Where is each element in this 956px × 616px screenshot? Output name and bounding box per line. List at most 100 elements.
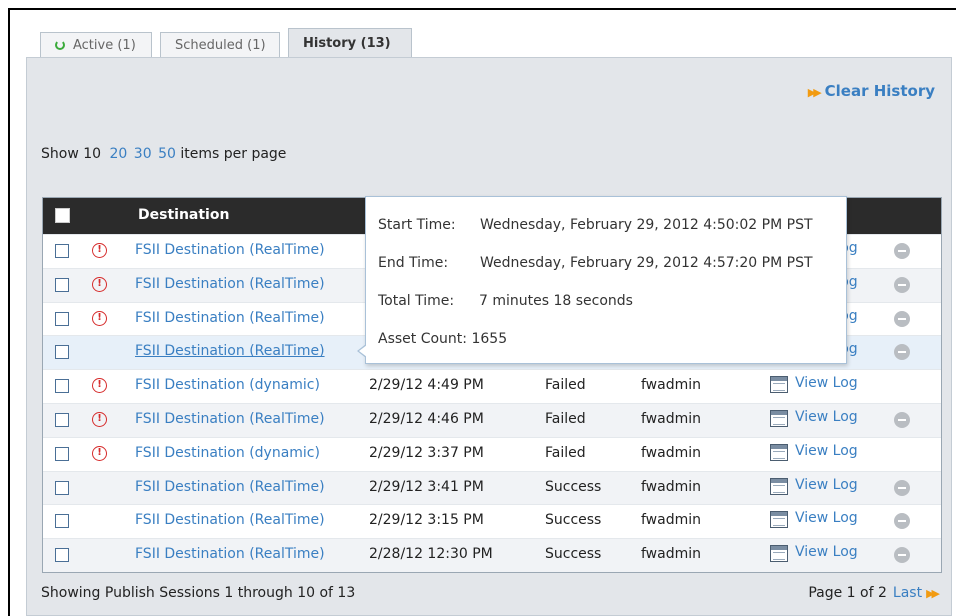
log-icon[interactable] <box>770 376 788 394</box>
session-date: 2/29/12 4:49 PM <box>369 377 484 394</box>
select-all-checkbox[interactable] <box>55 208 70 223</box>
destination-link[interactable]: FSII Destination (dynamic) <box>135 445 320 461</box>
tab-history-label: History (13) <box>303 36 391 51</box>
row-checkbox[interactable] <box>55 412 69 427</box>
remove-icon[interactable] <box>894 411 910 428</box>
row-checkbox[interactable] <box>55 548 69 563</box>
destination-link[interactable]: FSII Destination (RealTime) <box>135 310 325 326</box>
per-page-current: 10 <box>83 146 102 162</box>
error-icon: ! <box>92 276 107 292</box>
remove-icon[interactable] <box>894 547 910 564</box>
per-page-show-label: Show <box>41 146 79 162</box>
log-icon[interactable] <box>770 545 788 563</box>
error-icon: ! <box>92 378 107 394</box>
tooltip-total-time: Total Time: 7 minutes 18 seconds <box>378 293 633 309</box>
table-row[interactable]: ! FSII Destination (dynamic) 2/29/12 3:37 … <box>43 436 941 471</box>
row-checkbox[interactable] <box>55 244 69 258</box>
row-checkbox[interactable] <box>55 311 69 326</box>
table-row[interactable]: FSII Destination (RealTime) 2/28/12 12:30… <box>43 538 941 572</box>
per-page-option-20[interactable]: 20 <box>110 146 128 162</box>
destination-link[interactable]: FSII Destination (RealTime) <box>135 242 325 258</box>
session-status: Success <box>545 478 602 495</box>
tab-history[interactable]: History (13) <box>288 28 412 59</box>
tooltip-end-time: End Time: Wednesday, February 29, 2012 4… <box>378 255 813 271</box>
row-checkbox[interactable] <box>55 277 69 292</box>
double-arrow-icon: ▶▶ <box>926 587 940 600</box>
row-checkbox[interactable] <box>55 514 69 529</box>
session-date: 2/29/12 4:46 PM <box>369 410 484 427</box>
double-arrow-icon: ▶▶ <box>807 86 822 99</box>
table-row[interactable]: FSII Destination (RealTime) 2/29/12 3:15 … <box>43 504 941 538</box>
view-log-link[interactable]: View Log <box>795 443 858 459</box>
tab-scheduled-label: Scheduled (1) <box>175 38 266 53</box>
start-time-value: Wednesday, February 29, 2012 4:50:02 PM … <box>480 217 813 233</box>
destination-link[interactable]: FSII Destination (RealTime) <box>135 479 325 495</box>
session-status: Failed <box>545 444 586 461</box>
destination-link[interactable]: FSII Destination (RealTime) <box>135 276 325 292</box>
session-user: fwadmin <box>641 377 701 394</box>
remove-icon[interactable] <box>894 344 910 361</box>
session-details-tooltip: Start Time: Wednesday, February 29, 2012… <box>357 196 847 364</box>
destination-link[interactable]: FSII Destination (RealTime) <box>135 546 325 562</box>
view-log-link[interactable]: View Log <box>795 510 858 526</box>
view-log-link[interactable]: View Log <box>795 477 858 493</box>
log-icon[interactable] <box>770 511 788 529</box>
asset-count-label: Asset Count: <box>378 331 468 347</box>
session-user: fwadmin <box>641 444 701 461</box>
session-date: 2/28/12 12:30 PM <box>369 546 493 563</box>
items-per-page: Show 10 20 30 50 items per page <box>41 146 286 162</box>
tab-scheduled[interactable]: Scheduled (1) <box>160 32 280 58</box>
session-status: Success <box>545 546 602 563</box>
page-indicator: Page 1 of 2 <box>808 585 887 601</box>
row-checkbox[interactable] <box>55 379 69 394</box>
start-time-label: Start Time: <box>378 217 456 233</box>
remove-icon[interactable] <box>894 513 910 530</box>
remove-icon[interactable] <box>894 479 910 496</box>
row-checkbox[interactable] <box>55 480 69 495</box>
sessions-summary: Showing Publish Sessions 1 through 10 of… <box>41 585 356 601</box>
session-date: 2/29/12 3:41 PM <box>369 478 484 495</box>
tooltip-pointer <box>357 344 367 358</box>
clear-history-link[interactable]: ▶▶ Clear History <box>808 82 935 100</box>
session-user: fwadmin <box>641 512 701 529</box>
row-checkbox[interactable] <box>55 446 69 461</box>
log-icon[interactable] <box>770 443 788 461</box>
destination-link[interactable]: FSII Destination (RealTime) <box>135 343 325 359</box>
last-page-link[interactable]: Last <box>893 585 922 601</box>
tab-active[interactable]: Active (1) <box>40 32 152 58</box>
remove-icon[interactable] <box>894 310 910 327</box>
table-row[interactable]: ! FSII Destination (dynamic) 2/29/12 4:49 … <box>43 369 941 403</box>
log-icon[interactable] <box>770 477 788 495</box>
remove-icon[interactable] <box>894 243 910 259</box>
end-time-label: End Time: <box>378 255 449 271</box>
total-time-label: Total Time: <box>378 293 455 309</box>
per-page-option-50[interactable]: 50 <box>158 146 176 162</box>
error-icon: ! <box>92 411 107 427</box>
destination-link[interactable]: FSII Destination (RealTime) <box>135 411 325 427</box>
session-user: fwadmin <box>641 546 701 563</box>
table-row[interactable]: FSII Destination (RealTime) 2/29/12 3:41 … <box>43 470 941 505</box>
row-checkbox[interactable] <box>55 345 69 360</box>
session-status: Failed <box>545 377 586 394</box>
total-time-value: 7 minutes 18 seconds <box>479 293 633 309</box>
tab-active-label: Active (1) <box>73 38 136 53</box>
view-log-link[interactable]: View Log <box>795 409 858 425</box>
session-date: 2/29/12 3:15 PM <box>369 512 484 529</box>
per-page-option-30[interactable]: 30 <box>134 146 152 162</box>
session-user: fwadmin <box>641 410 701 427</box>
view-log-link[interactable]: View Log <box>795 544 858 560</box>
table-row[interactable]: ! FSII Destination (RealTime) 2/29/12 4:46… <box>43 402 941 437</box>
destination-link[interactable]: FSII Destination (dynamic) <box>135 377 320 393</box>
session-status: Failed <box>545 410 586 427</box>
asset-count-value: 1655 <box>471 331 508 347</box>
pagination: Page 1 of 2 Last ▶▶ <box>808 585 940 601</box>
per-page-suffix: items per page <box>180 146 287 162</box>
destination-link[interactable]: FSII Destination (RealTime) <box>135 512 325 528</box>
session-date: 2/29/12 3:37 PM <box>369 444 484 461</box>
log-icon[interactable] <box>770 409 788 427</box>
view-log-link[interactable]: View Log <box>795 375 858 391</box>
error-icon: ! <box>92 243 107 258</box>
session-user: fwadmin <box>641 478 701 495</box>
remove-icon[interactable] <box>894 276 910 293</box>
tooltip-start-time: Start Time: Wednesday, February 29, 2012… <box>378 217 813 233</box>
